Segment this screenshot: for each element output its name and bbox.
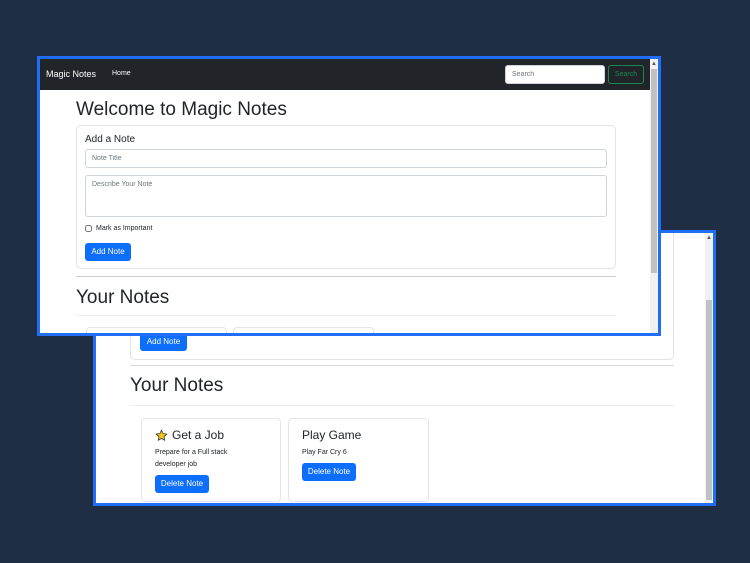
divider (76, 276, 616, 277)
scrollbar-thumb[interactable] (706, 300, 712, 500)
note-title-input[interactable] (85, 149, 607, 168)
mark-important-label: Mark as Important (96, 225, 153, 232)
add-note-card: Add a Note Mark as Important Add Note (76, 125, 616, 269)
your-notes-heading: Your Notes (76, 287, 170, 308)
your-notes-heading: Your Notes (130, 375, 224, 396)
note-text: Play Far Cry 6 (302, 449, 347, 456)
mark-important-row[interactable]: Mark as Important (85, 225, 152, 232)
search-button[interactable]: Search (608, 65, 644, 84)
scrollbar-thumb[interactable] (651, 69, 657, 273)
delete-note-button[interactable]: Delete Note (155, 475, 209, 493)
note-card: Play Game Play Far Cry 6 Delete Note (288, 418, 429, 502)
note-title-row: Play Game (302, 428, 361, 442)
add-note-label: Add a Note (85, 134, 136, 145)
note-card (86, 327, 227, 333)
divider (76, 315, 616, 316)
vertical-scrollbar[interactable]: ▲ (650, 59, 658, 333)
add-note-button[interactable]: Add Note (85, 243, 131, 261)
navbar: Magic Notes Home Search (40, 59, 650, 90)
scroll-up-arrow-icon[interactable]: ▲ (651, 61, 657, 67)
star-icon (155, 429, 168, 441)
mark-important-checkbox[interactable] (85, 225, 92, 232)
divider (130, 365, 674, 366)
note-card: Get a Job Prepare for a Full stack devel… (141, 418, 281, 502)
divider (130, 405, 674, 406)
note-title: Get a Job (172, 428, 225, 442)
brand-link[interactable]: Magic Notes (46, 69, 96, 79)
scroll-up-arrow-icon[interactable]: ▲ (706, 235, 712, 241)
vertical-scrollbar[interactable]: ▲ (705, 233, 713, 503)
note-title: Play Game (302, 428, 362, 442)
browser-window-top: Magic Notes Home Search Welcome to Magic… (37, 56, 661, 336)
note-card (233, 327, 374, 333)
search-input[interactable] (505, 65, 605, 84)
note-title-row: Get a Job (155, 428, 224, 442)
page-title: Welcome to Magic Notes (76, 99, 287, 120)
delete-note-button[interactable]: Delete Note (302, 463, 356, 481)
note-text: Prepare for a Full stack developer job (155, 449, 228, 468)
note-description-input[interactable] (85, 175, 607, 217)
nav-link-home[interactable]: Home (112, 70, 131, 77)
